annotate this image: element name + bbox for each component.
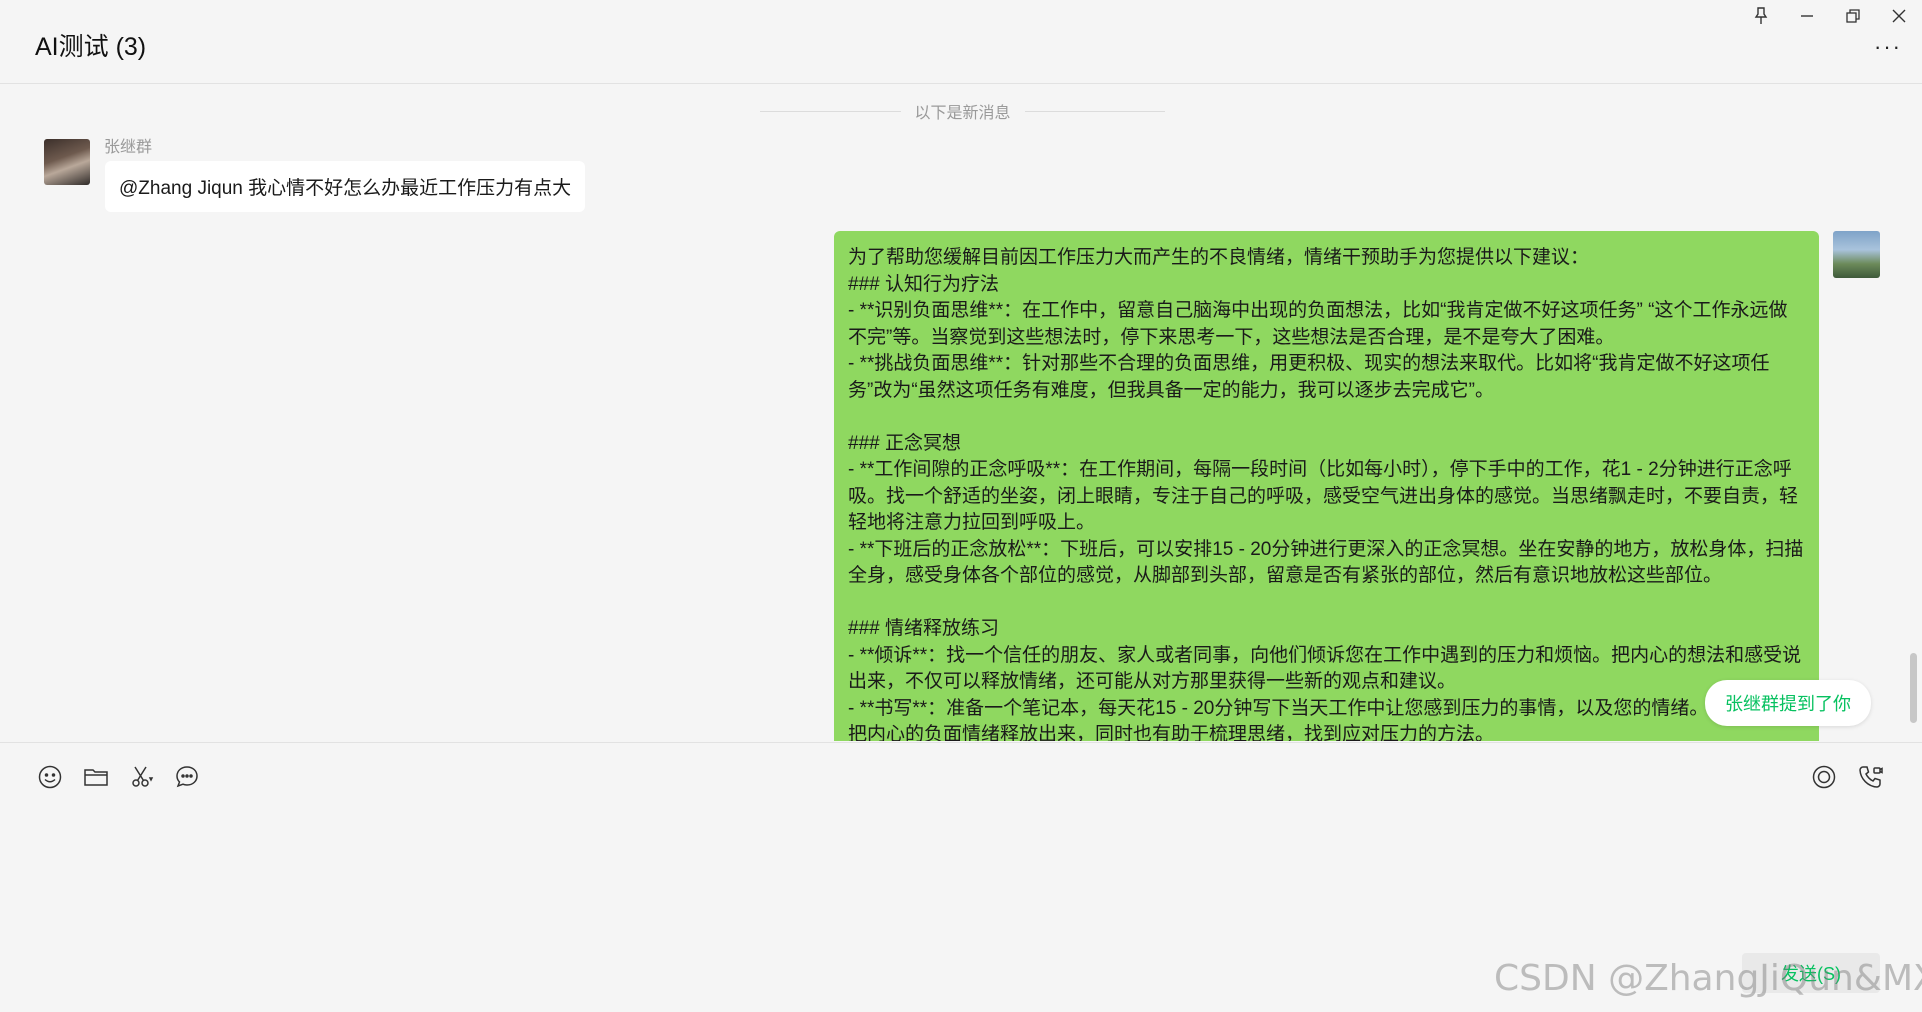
sender-name: 张继群	[104, 139, 153, 156]
chat-window: AI测试 (3) ··· 以下是新消息 张继群 @Zhang Jiqun 我心情	[0, 0, 1922, 1012]
restore-icon[interactable]	[1838, 2, 1868, 30]
new-messages-divider: 以下是新消息	[760, 99, 1166, 123]
divider-line	[1024, 110, 1166, 112]
sender-avatar[interactable]	[44, 139, 90, 185]
scissors-icon[interactable]	[126, 761, 158, 793]
emoji-icon[interactable]	[34, 761, 66, 793]
live-icon[interactable]	[1808, 761, 1840, 793]
message-list: 以下是新消息 张继群 @Zhang Jiqun 我心情不好怎么办最近工作压力有点…	[0, 85, 1922, 741]
chat-history-icon[interactable]	[171, 761, 203, 793]
folder-icon[interactable]	[80, 761, 112, 793]
watermark: CSDN @ZhangJiQun&MXP	[1494, 958, 1922, 999]
self-avatar[interactable]	[1833, 231, 1880, 278]
incoming-message-bubble[interactable]: @Zhang Jiqun 我心情不好怎么办最近工作压力有点大	[105, 161, 586, 212]
call-icon[interactable]	[1854, 761, 1886, 793]
chat-header: AI测试 (3) ···	[0, 0, 1922, 84]
minimize-icon[interactable]	[1792, 2, 1822, 30]
close-icon[interactable]	[1884, 2, 1914, 30]
outgoing-message-bubble[interactable]: 为了帮助您缓解目前因工作压力大而产生的不良情绪，情绪干预助手为您提供以下建议： …	[834, 231, 1819, 741]
more-options-button[interactable]: ···	[1874, 36, 1902, 58]
message-input[interactable]	[30, 803, 1890, 953]
divider-line	[760, 110, 901, 112]
message-scrollbar[interactable]	[1910, 653, 1917, 723]
mention-notice-button[interactable]: 张继群提到了你	[1705, 680, 1871, 726]
pin-icon[interactable]	[1746, 2, 1776, 30]
chat-title: AI测试 (3)	[35, 33, 147, 61]
divider-label: 以下是新消息	[914, 105, 1011, 122]
